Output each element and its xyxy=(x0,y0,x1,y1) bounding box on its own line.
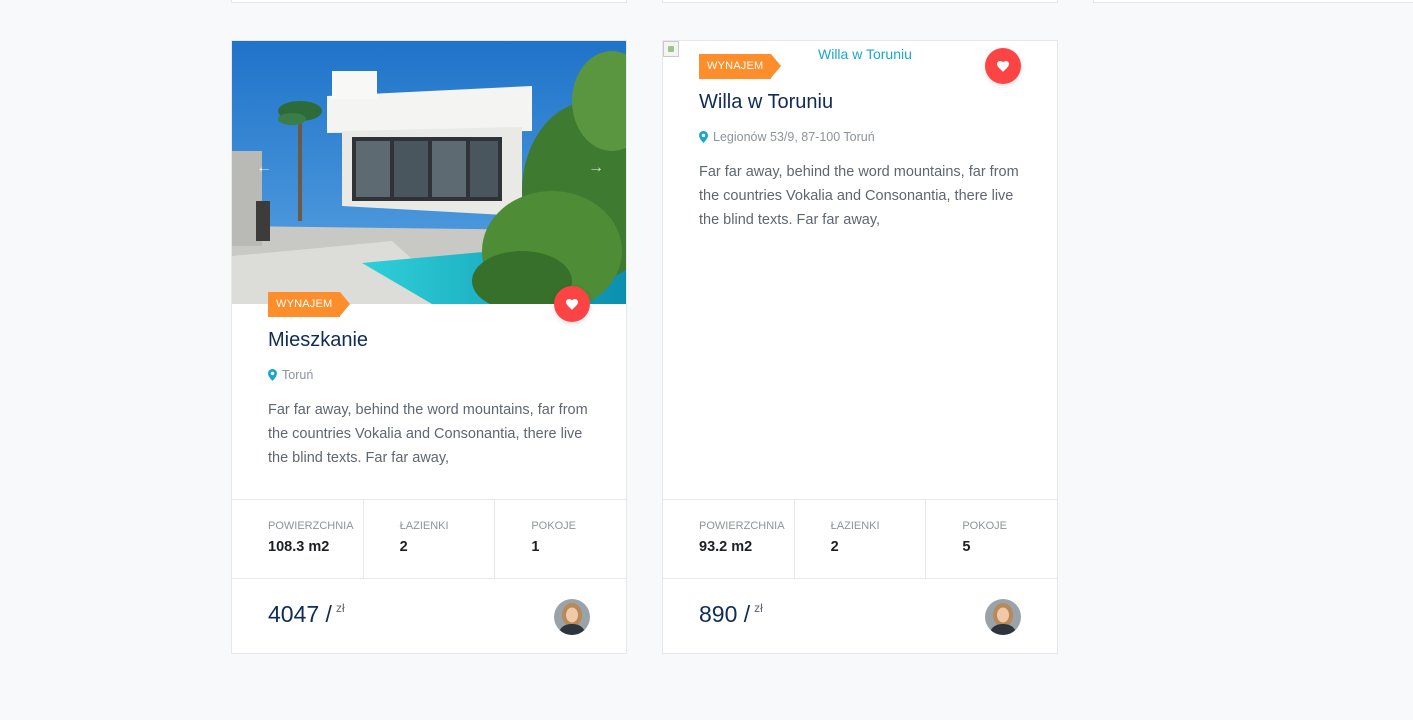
card-stub-middle xyxy=(662,0,1058,3)
heart-icon xyxy=(566,298,578,310)
broken-image-icon xyxy=(663,41,679,57)
stat-value: 93.2 m2 xyxy=(699,539,753,555)
stat-value: 2 xyxy=(830,539,839,555)
stat-rooms: Pokoje 5 xyxy=(926,500,1057,578)
listing-description: Far far away, behind the word mountains,… xyxy=(268,402,588,466)
listing-location: Toruń xyxy=(268,368,313,382)
avatar xyxy=(985,599,1021,635)
price-value: 890 / xyxy=(699,601,751,627)
listing-type-badge: Wynajem xyxy=(268,292,351,317)
listing-card[interactable]: Willa w Toruniu Wynajem Willa w Toruniu … xyxy=(662,40,1058,654)
image-alt-text: Willa w Toruniu xyxy=(818,46,912,62)
carousel-next-arrow[interactable]: → xyxy=(588,159,604,177)
favorite-button[interactable] xyxy=(554,286,590,322)
stat-label: Łazienki xyxy=(399,520,449,532)
favorite-button[interactable] xyxy=(985,48,1021,84)
map-pin-icon xyxy=(268,369,277,381)
heart-icon xyxy=(997,60,1009,72)
price-currency: zł xyxy=(754,601,763,615)
villa-photo xyxy=(232,41,626,304)
carousel-prev-arrow[interactable]: ← xyxy=(256,159,272,177)
price-value: 4047 / xyxy=(268,601,332,627)
listing-description: Far far away, behind the word mountains,… xyxy=(699,164,1019,228)
price-currency: zł xyxy=(335,601,345,615)
stat-value: 5 xyxy=(962,539,971,555)
stat-label: Powierzchnia xyxy=(699,520,785,532)
stat-bathrooms: Łazienki 2 xyxy=(364,500,496,578)
card-stub-right xyxy=(1093,0,1413,3)
stat-value: 108.3 m2 xyxy=(268,539,330,555)
stat-label: Pokoje xyxy=(962,520,1007,532)
listing-title[interactable]: Mieszkanie xyxy=(268,329,368,352)
agent-avatar[interactable] xyxy=(985,599,1021,635)
stat-label: Pokoje xyxy=(531,520,576,532)
listing-title[interactable]: Willa w Toruniu xyxy=(699,91,833,114)
stat-value: 1 xyxy=(531,539,540,555)
location-text: Toruń xyxy=(282,368,314,382)
location-text: Legionów 53/9, 87-100 Toruń xyxy=(713,130,875,144)
map-pin-icon xyxy=(699,131,708,143)
card-stub-left xyxy=(231,0,627,3)
listing-stats: Powierzchnia 93.2 m2 Łazienki 2 Pokoje 5 xyxy=(663,499,1057,579)
listing-price: 890 /zł xyxy=(699,601,763,628)
listing-image[interactable]: ← → xyxy=(232,41,626,304)
listing-card[interactable]: ← → Wynajem Mieszkanie Toruń Far far awa… xyxy=(231,40,627,654)
stat-rooms: Pokoje 1 xyxy=(495,500,626,578)
stat-area: Powierzchnia 108.3 m2 xyxy=(232,500,364,578)
stat-value: 2 xyxy=(399,539,408,555)
stat-bathrooms: Łazienki 2 xyxy=(795,500,927,578)
stat-label: Łazienki xyxy=(830,520,880,532)
listing-price: 4047 /zł xyxy=(268,601,345,628)
agent-avatar[interactable] xyxy=(554,599,590,635)
listing-location: Legionów 53/9, 87-100 Toruń xyxy=(699,130,875,144)
stat-label: Powierzchnia xyxy=(268,520,354,532)
stat-area: Powierzchnia 93.2 m2 xyxy=(663,500,795,578)
avatar xyxy=(554,599,590,635)
listing-type-badge: Wynajem xyxy=(699,54,782,79)
listing-stats: Powierzchnia 108.3 m2 Łazienki 2 Pokoje … xyxy=(232,499,626,579)
